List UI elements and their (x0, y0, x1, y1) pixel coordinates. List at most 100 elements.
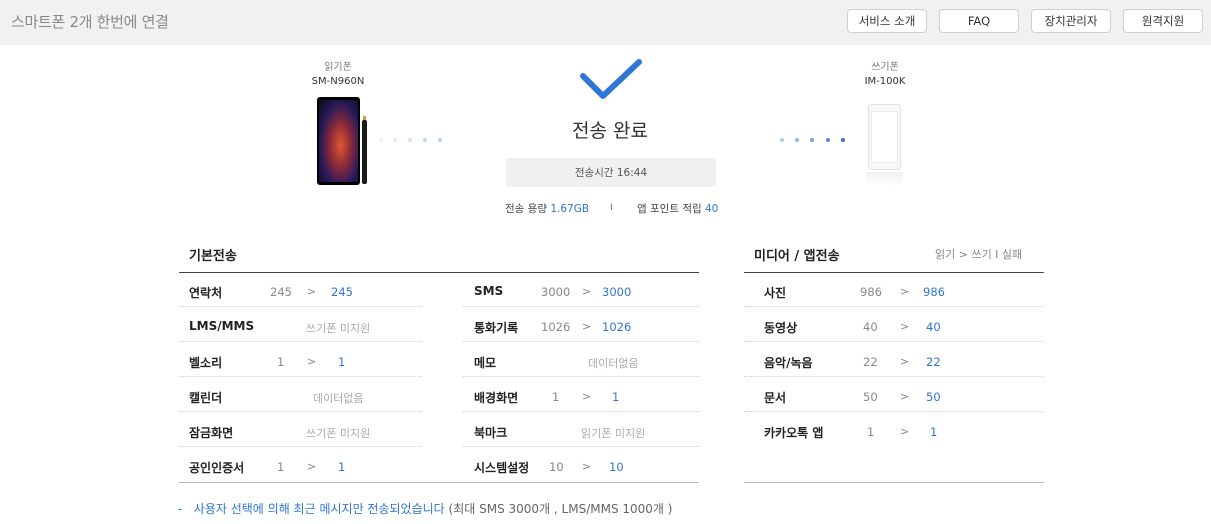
progress-dot (795, 138, 799, 142)
row-videos-arrow: > (900, 320, 910, 333)
row-lockscreen-name: 잠금화면 (189, 426, 234, 440)
row-documents-to: 50 (926, 390, 941, 404)
row-divider (463, 306, 699, 307)
transfer-time-text: 전송시간 16:44 (574, 167, 648, 179)
row-bookmark-note: 읽기폰 미지원 (581, 427, 646, 440)
progress-dot (393, 138, 397, 142)
nav-remote-support-button[interactable]: 원격지원 (1123, 9, 1203, 33)
row-lms-name: LMS/MMS (189, 319, 255, 333)
capacity-value: 1.67GB (550, 203, 590, 215)
row-system-settings-to: 10 (609, 460, 624, 474)
row-divider (179, 376, 422, 377)
row-divider (744, 376, 1044, 377)
row-certificate-to: 1 (338, 460, 346, 474)
summary-separator: I (610, 203, 613, 213)
row-system-settings-from: 10 (549, 460, 564, 474)
row-kakaotalk-arrow: > (900, 425, 910, 438)
basic-bottom-divider (179, 482, 699, 483)
row-calllog-from: 1026 (541, 320, 571, 334)
row-ringtone-name: 벨소리 (189, 356, 223, 370)
footnote-main: 사용자 선택에 의해 최근 메시지만 전송되었습니다 (193, 502, 445, 516)
row-divider (463, 446, 699, 447)
capacity-summary: 전송 용량 1.67GB (505, 201, 589, 216)
target-phone-role: 쓰기폰 (871, 62, 899, 73)
target-phone-image (868, 104, 901, 170)
row-videos-to: 40 (926, 320, 941, 334)
capacity-label: 전송 용량 (505, 203, 547, 215)
source-phone-image (317, 97, 360, 185)
row-videos-from: 40 (863, 320, 878, 334)
row-ringtone-to: 1 (338, 355, 346, 369)
row-certificate-name: 공인인증서 (189, 461, 245, 475)
progress-dot (423, 138, 427, 142)
row-calendar-note: 데이터없음 (313, 392, 364, 405)
row-divider (179, 411, 422, 412)
nav-faq-button[interactable]: FAQ (939, 9, 1019, 33)
row-certificate-arrow: > (307, 460, 317, 473)
row-system-settings-arrow: > (582, 460, 592, 473)
row-sms-from: 3000 (541, 285, 571, 299)
row-wallpaper-name: 배경화면 (474, 391, 519, 405)
row-sms-arrow: > (582, 285, 592, 298)
row-kakaotalk-from: 1 (867, 425, 875, 439)
row-music-from: 22 (863, 355, 878, 369)
row-documents-from: 50 (863, 390, 878, 404)
app-title: 스마트폰 2개 한번에 연결 (11, 13, 169, 31)
row-divider (463, 411, 699, 412)
row-memo-name: 메모 (474, 356, 497, 370)
basic-transfer-title: 기본전송 (189, 249, 237, 264)
row-calendar-name: 캘린더 (189, 391, 223, 405)
row-ringtone-arrow: > (307, 355, 317, 368)
nav-device-manager-button[interactable]: 장치관리자 (1031, 9, 1111, 33)
row-documents-arrow: > (900, 390, 910, 403)
row-videos-name: 동영상 (764, 321, 798, 335)
row-divider (179, 341, 422, 342)
media-bottom-divider (744, 482, 1044, 483)
progress-dot (810, 138, 814, 142)
target-phone-model: IM-100K (864, 76, 906, 87)
row-sms-to: 3000 (602, 285, 632, 299)
stylus-pen (362, 120, 367, 184)
row-wallpaper-to: 1 (612, 390, 620, 404)
footnote-limits: (최대 SMS 3000개 , LMS/MMS 1000개 ) (448, 502, 673, 516)
row-contacts-from: 245 (270, 285, 292, 299)
target-phone-label: 쓰기폰 IM-100K (845, 61, 925, 89)
basic-header-divider (179, 272, 699, 273)
row-divider (744, 411, 1044, 412)
progress-dot (780, 138, 784, 142)
row-wallpaper-arrow: > (582, 390, 592, 403)
row-kakaotalk-name: 카카오톡 앱 (764, 426, 824, 440)
row-music-to: 22 (926, 355, 941, 369)
status-title: 전송 완료 (572, 120, 648, 142)
media-transfer-title: 미디어 / 앱전송 (754, 249, 840, 264)
media-legend: 읽기 > 쓰기 I 실패 (935, 248, 1023, 261)
points-label: 앱 포인트 적립 (637, 203, 702, 215)
row-lms-note: 쓰기폰 미지원 (306, 322, 371, 335)
points-summary: 앱 포인트 적립 40 (637, 201, 718, 216)
nav-service-intro-button[interactable]: 서비스 소개 (847, 9, 927, 33)
row-lockscreen-note: 쓰기폰 미지원 (306, 427, 371, 440)
row-divider (179, 446, 422, 447)
check-icon (580, 59, 642, 99)
row-divider (744, 306, 1044, 307)
row-music-name: 음악/녹음 (764, 356, 813, 370)
row-divider (179, 306, 422, 307)
progress-dot (408, 138, 412, 142)
row-wallpaper-from: 1 (552, 390, 560, 404)
row-calllog-arrow: > (582, 320, 592, 333)
row-system-settings-name: 시스템설정 (474, 461, 530, 475)
source-phone-role: 읽기폰 (324, 62, 352, 73)
row-divider (744, 341, 1044, 342)
row-photos-arrow: > (900, 285, 910, 298)
row-divider (463, 341, 699, 342)
row-contacts-name: 연락처 (189, 286, 223, 300)
row-photos-name: 사진 (764, 286, 787, 300)
row-photos-from: 986 (860, 285, 882, 299)
row-photos-to: 986 (923, 285, 945, 299)
progress-dot (379, 138, 383, 142)
points-value: 40 (704, 203, 719, 215)
row-memo-note: 데이터없음 (588, 357, 639, 370)
row-ringtone-from: 1 (277, 355, 285, 369)
media-header-divider (744, 272, 1044, 273)
row-divider (463, 376, 699, 377)
